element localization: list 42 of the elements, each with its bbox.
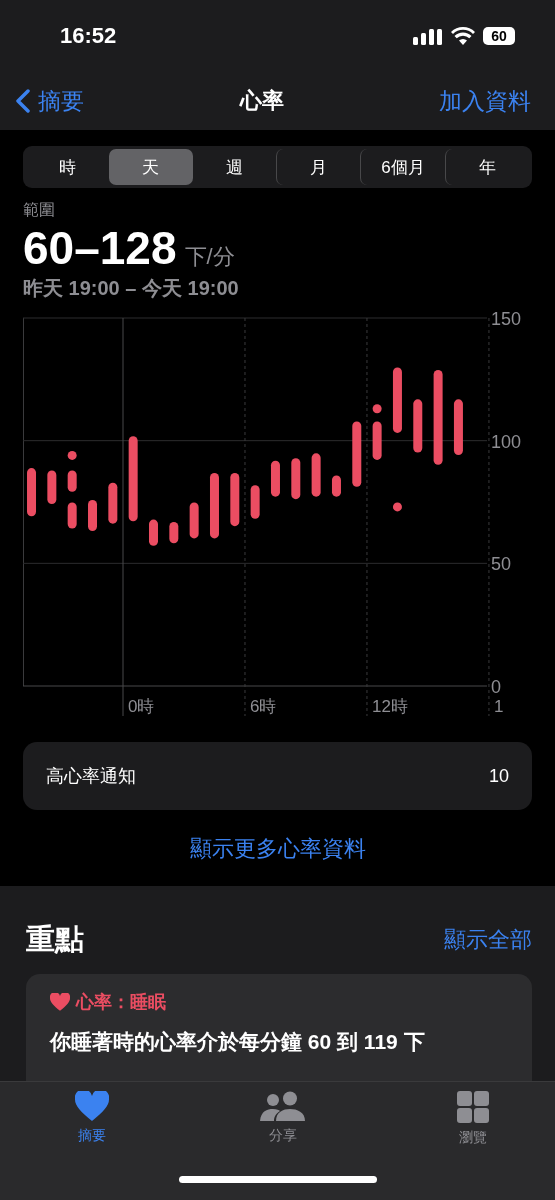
heart-icon xyxy=(50,993,70,1011)
tab-bar-item[interactable]: 瀏覽 xyxy=(431,1090,515,1148)
range-label: 範圍 xyxy=(23,200,56,220)
highlight-text: 你睡著時的心率介於每分鐘 60 到 119 下 xyxy=(50,1029,426,1055)
people-icon xyxy=(259,1091,306,1121)
back-link[interactable]: 摘要 xyxy=(16,85,84,117)
axis-label: 0 xyxy=(491,677,501,697)
axis-label: 100 xyxy=(491,431,522,452)
signal-icon xyxy=(413,27,443,45)
page-title: 心率 xyxy=(239,87,284,115)
category-label: 心率：睡眠 xyxy=(76,991,166,1014)
battery-icon: 60 xyxy=(483,27,515,45)
axis-label: 150 xyxy=(491,309,522,329)
axis-label: 0時 xyxy=(128,697,155,716)
highlight-card[interactable]: 心率：睡眠 你睡著時的心率介於每分鐘 60 到 119 下 xyxy=(26,974,532,1081)
tab-bar-item[interactable]: 摘要 xyxy=(50,1090,134,1148)
segment-tab[interactable]: 時 xyxy=(26,149,110,185)
range-value: 60–128 xyxy=(23,221,177,275)
segment-tab[interactable]: 天 xyxy=(109,149,193,185)
grid-icon xyxy=(457,1091,489,1123)
segment-tab[interactable]: 週 xyxy=(192,149,276,185)
row-label: 高心率通知 xyxy=(46,765,136,788)
show-all-link[interactable]: 顯示全部 xyxy=(444,925,532,955)
unit-label: 下/分 xyxy=(184,243,235,271)
axis-label: 50 xyxy=(491,554,512,575)
segment-tab[interactable]: 年 xyxy=(444,149,529,185)
add-data-link[interactable]: 加入資料 xyxy=(439,85,531,117)
tab-bar-item[interactable]: 分享 xyxy=(240,1090,325,1148)
axis-label: 6時 xyxy=(250,697,277,716)
more-data-link[interactable]: 顯示更多心率資料 xyxy=(189,834,366,864)
axis-label: 12時 xyxy=(371,697,408,716)
segment-tab[interactable]: 月 xyxy=(276,149,361,185)
wifi-icon xyxy=(451,27,475,45)
section-title: 重點 xyxy=(26,922,84,957)
period-label: 昨天 19:00 – 今天 19:00 xyxy=(23,276,240,301)
axis-label: 1 xyxy=(493,697,504,716)
segment-tab[interactable]: 6個月 xyxy=(360,149,445,185)
chevron-left-icon xyxy=(16,89,30,113)
row-value: 10 xyxy=(488,765,509,787)
status-time: 16:52 xyxy=(60,23,117,49)
alert-row[interactable]: 高心率通知 10 xyxy=(23,742,532,810)
heart-icon xyxy=(75,1091,109,1121)
